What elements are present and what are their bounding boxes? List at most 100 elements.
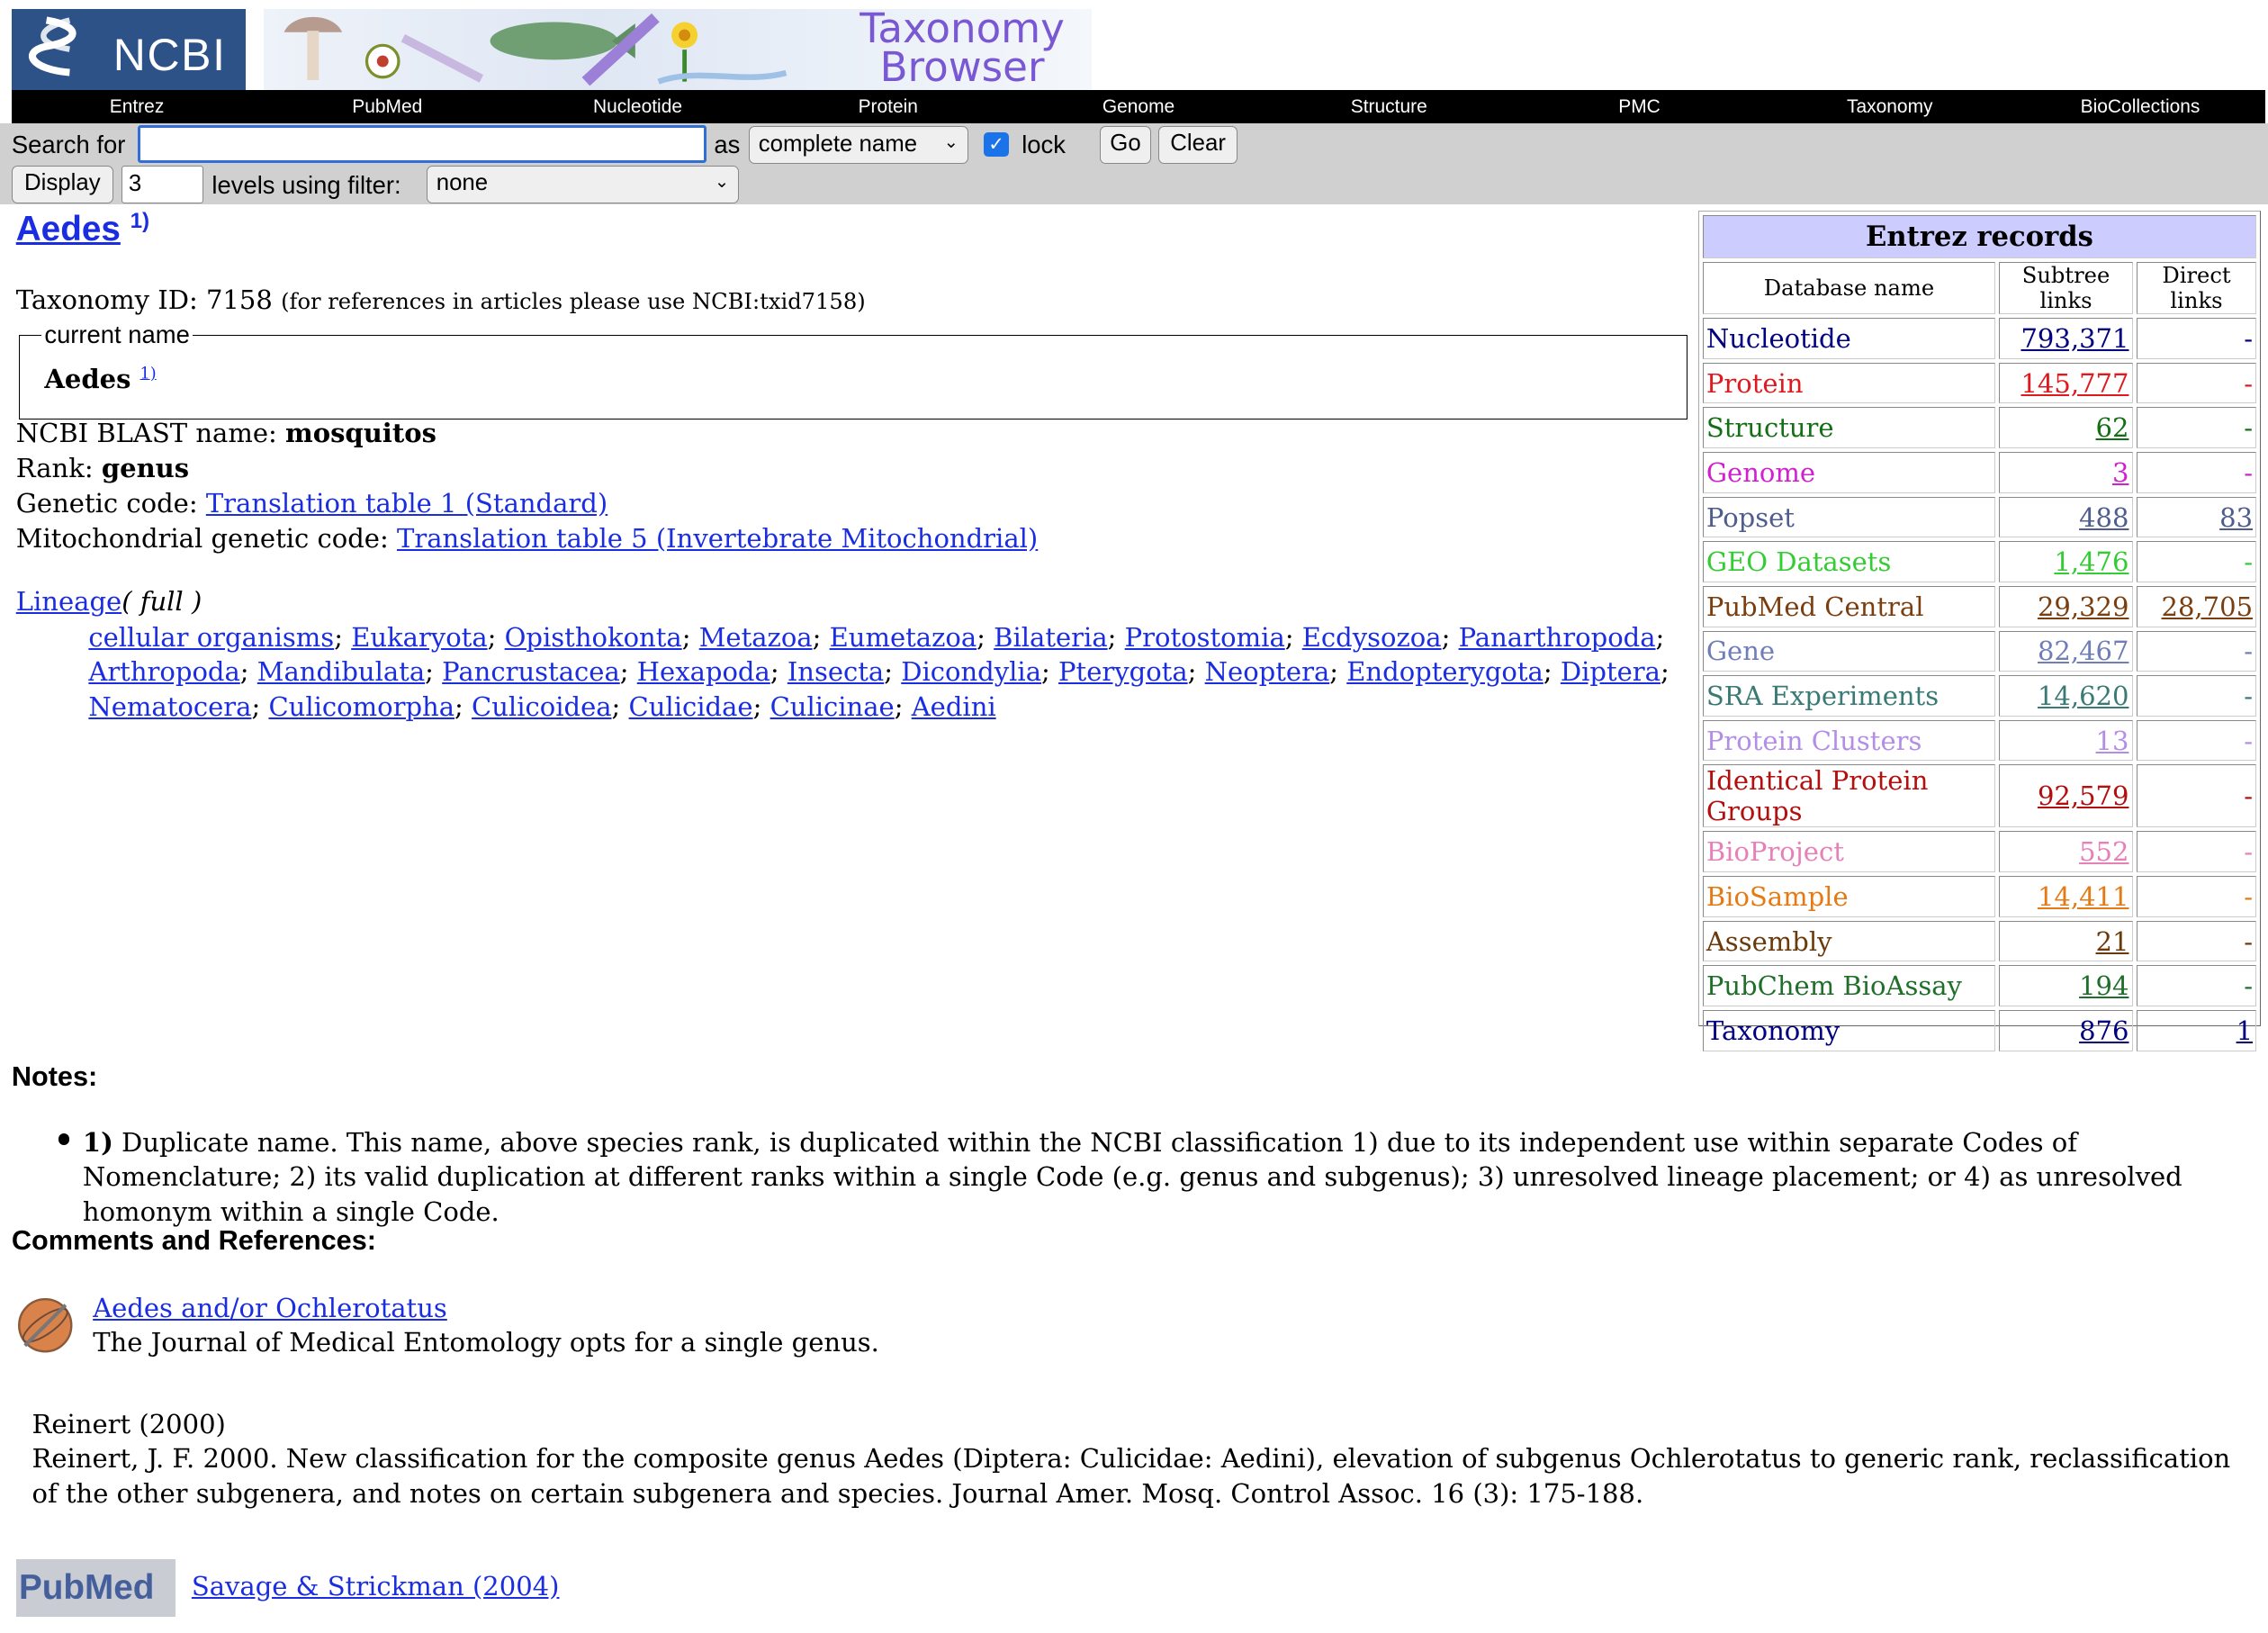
lineage-item[interactable]: Pancrustacea bbox=[442, 656, 620, 687]
go-button[interactable]: Go bbox=[1100, 126, 1151, 165]
as-select[interactable]: complete name ⌄ bbox=[749, 126, 968, 165]
pubmed-logo[interactable]: PubMed bbox=[15, 1558, 176, 1618]
genetic-code-link[interactable]: Translation table 1 (Standard) bbox=[206, 488, 608, 519]
lineage-item[interactable]: Endopterygota bbox=[1346, 656, 1544, 687]
nav-pmc[interactable]: PMC bbox=[1514, 90, 1764, 123]
entrez-row: Genome 3 - bbox=[1702, 452, 2257, 493]
entrez-direct-cell: - bbox=[2136, 965, 2257, 1006]
entrez-row: Identical Protein Groups 92,579 - bbox=[1702, 764, 2257, 828]
nav-biocollections[interactable]: BioCollections bbox=[2015, 90, 2265, 123]
subtree-link[interactable]: 1,476 bbox=[2054, 546, 2128, 577]
direct-link-empty: - bbox=[2244, 681, 2254, 711]
lineage-link[interactable]: Lineage bbox=[16, 586, 122, 617]
entrez-direct-cell: - bbox=[2136, 876, 2257, 917]
lineage-item[interactable]: Diptera bbox=[1561, 656, 1660, 687]
subtree-link[interactable]: 194 bbox=[2079, 970, 2128, 1001]
entrez-row: SRA Experiments 14,620 - bbox=[1702, 675, 2257, 717]
nav-taxonomy[interactable]: Taxonomy bbox=[1765, 90, 2015, 123]
current-name-note-ref[interactable]: 1) bbox=[140, 365, 157, 383]
filter-select-value: none bbox=[436, 170, 489, 196]
subtree-link[interactable]: 876 bbox=[2079, 1015, 2128, 1046]
display-button[interactable]: Display bbox=[11, 165, 113, 203]
lineage-item[interactable]: Eukaryota bbox=[351, 622, 487, 653]
taxon-name-link[interactable]: Aedes bbox=[16, 210, 121, 248]
lineage-item[interactable]: Dicondylia bbox=[901, 656, 1041, 687]
subtree-link[interactable]: 3 bbox=[2112, 457, 2128, 488]
taxonomy-id: Taxonomy ID: 7158 (for references in art… bbox=[16, 284, 866, 315]
entrez-row: PubMed Central 29,329 28,705 bbox=[1702, 585, 2257, 627]
subtree-link[interactable]: 552 bbox=[2079, 836, 2128, 867]
chevron-down-icon: ⌄ bbox=[714, 171, 730, 192]
lineage-item[interactable]: Pterygota bbox=[1058, 656, 1188, 687]
subtree-link[interactable]: 14,411 bbox=[2038, 881, 2129, 912]
direct-link[interactable]: 83 bbox=[2219, 502, 2253, 533]
entrez-db-name: Protein bbox=[1702, 362, 1996, 404]
subtree-link[interactable]: 14,620 bbox=[2038, 681, 2129, 711]
direct-link[interactable]: 28,705 bbox=[2162, 591, 2254, 622]
nav-structure[interactable]: Structure bbox=[1264, 90, 1514, 123]
subtree-link[interactable]: 488 bbox=[2079, 502, 2128, 533]
subtree-link[interactable]: 13 bbox=[2096, 726, 2129, 756]
lineage-item[interactable]: Metazoa bbox=[699, 622, 813, 653]
ncbi-logo[interactable]: NCBI bbox=[11, 8, 246, 90]
taxonomy-browser-title[interactable]: Taxonomy Browser bbox=[839, 8, 1085, 92]
lineage-item[interactable]: Culicinae bbox=[770, 691, 895, 722]
subtree-link[interactable]: 793,371 bbox=[2020, 323, 2128, 354]
nav-entrez[interactable]: Entrez bbox=[12, 90, 262, 123]
subtree-link[interactable]: 62 bbox=[2096, 412, 2129, 443]
lineage-item[interactable]: Neoptera bbox=[1205, 656, 1330, 687]
reference-2-text: Reinert, J. F. 2000. New classification … bbox=[32, 1443, 2231, 1509]
reference-2: Reinert (2000) Reinert, J. F. 2000. New … bbox=[32, 1407, 2252, 1511]
lineage-item[interactable]: Mandibulata bbox=[257, 656, 425, 687]
lineage-item[interactable]: Aedini bbox=[912, 691, 996, 722]
entrez-db-name: Popset bbox=[1702, 496, 1996, 538]
lineage-item[interactable]: Culicomorpha bbox=[268, 691, 454, 722]
lineage-full-toggle[interactable]: ( full ) bbox=[122, 586, 202, 617]
entrez-subtree-cell: 14,620 bbox=[1999, 675, 2133, 717]
search-input[interactable] bbox=[138, 124, 707, 163]
lineage-item[interactable]: Opisthokonta bbox=[505, 622, 682, 653]
subtree-link[interactable]: 21 bbox=[2096, 926, 2129, 957]
lineage-item[interactable]: Ecdysozoa bbox=[1302, 622, 1442, 653]
lineage-item[interactable]: Bilateria bbox=[994, 622, 1107, 653]
header-banner: NCBI Taxonomy Browser bbox=[11, 8, 1092, 92]
subtree-link[interactable]: 29,329 bbox=[2038, 591, 2129, 622]
subtree-link[interactable]: 82,467 bbox=[2038, 636, 2129, 666]
entrez-db-name: Nucleotide bbox=[1702, 318, 1996, 359]
lineage-item[interactable]: Eumetazoa bbox=[830, 622, 977, 653]
mito-code-label: Mitochondrial genetic code: bbox=[15, 522, 397, 554]
lineage-item[interactable]: Nematocera bbox=[88, 691, 251, 722]
nav-pubmed[interactable]: PubMed bbox=[262, 90, 512, 123]
lineage-item[interactable]: Culicoidea bbox=[472, 691, 612, 722]
clear-button[interactable]: Clear bbox=[1157, 126, 1238, 165]
nav-genome[interactable]: Genome bbox=[1013, 90, 1264, 123]
entrez-subtree-cell: 29,329 bbox=[1999, 585, 2133, 627]
subtree-link[interactable]: 145,777 bbox=[2020, 368, 2128, 399]
nav-nucleotide[interactable]: Nucleotide bbox=[512, 90, 762, 123]
reference-1-link[interactable]: Aedes and/or Ochlerotatus bbox=[93, 1293, 447, 1323]
rank-value: genus bbox=[101, 453, 190, 484]
lineage-item[interactable]: Hexapoda bbox=[637, 656, 770, 687]
lineage-item[interactable]: Arthropoda bbox=[88, 656, 239, 687]
lineage-item[interactable]: cellular organisms bbox=[88, 622, 334, 653]
lineage-item[interactable]: Panarthropoda bbox=[1459, 622, 1656, 653]
subtree-link[interactable]: 92,579 bbox=[2038, 780, 2129, 811]
lineage-item[interactable]: Protostomia bbox=[1125, 622, 1285, 653]
filter-select[interactable]: none ⌄ bbox=[427, 165, 739, 203]
direct-link[interactable]: 1 bbox=[2236, 1015, 2253, 1046]
entrez-row: Popset 488 83 bbox=[1702, 496, 2257, 538]
current-name-legend: current name bbox=[41, 320, 194, 349]
mito-code-link[interactable]: Translation table 5 (Invertebrate Mitoch… bbox=[397, 523, 1038, 554]
lock-checkbox[interactable]: ✓ bbox=[984, 131, 1009, 158]
entrez-direct-cell: - bbox=[2136, 764, 2257, 828]
entrez-row: Gene 82,467 - bbox=[1702, 630, 2257, 672]
lineage-item[interactable]: Insecta bbox=[788, 656, 884, 687]
levels-input[interactable] bbox=[122, 165, 203, 203]
reference-3-link[interactable]: Savage & Strickman (2004) bbox=[192, 1571, 560, 1601]
entrez-direct-cell: - bbox=[2136, 407, 2257, 449]
lineage-item[interactable]: Culicidae bbox=[629, 691, 753, 722]
duplicate-note-ref[interactable]: 1) bbox=[130, 209, 150, 233]
nav-protein[interactable]: Protein bbox=[763, 90, 1013, 123]
title-line-2: Browser bbox=[879, 43, 1045, 92]
taxonomy-id-value: Taxonomy ID: 7158 bbox=[15, 284, 273, 316]
